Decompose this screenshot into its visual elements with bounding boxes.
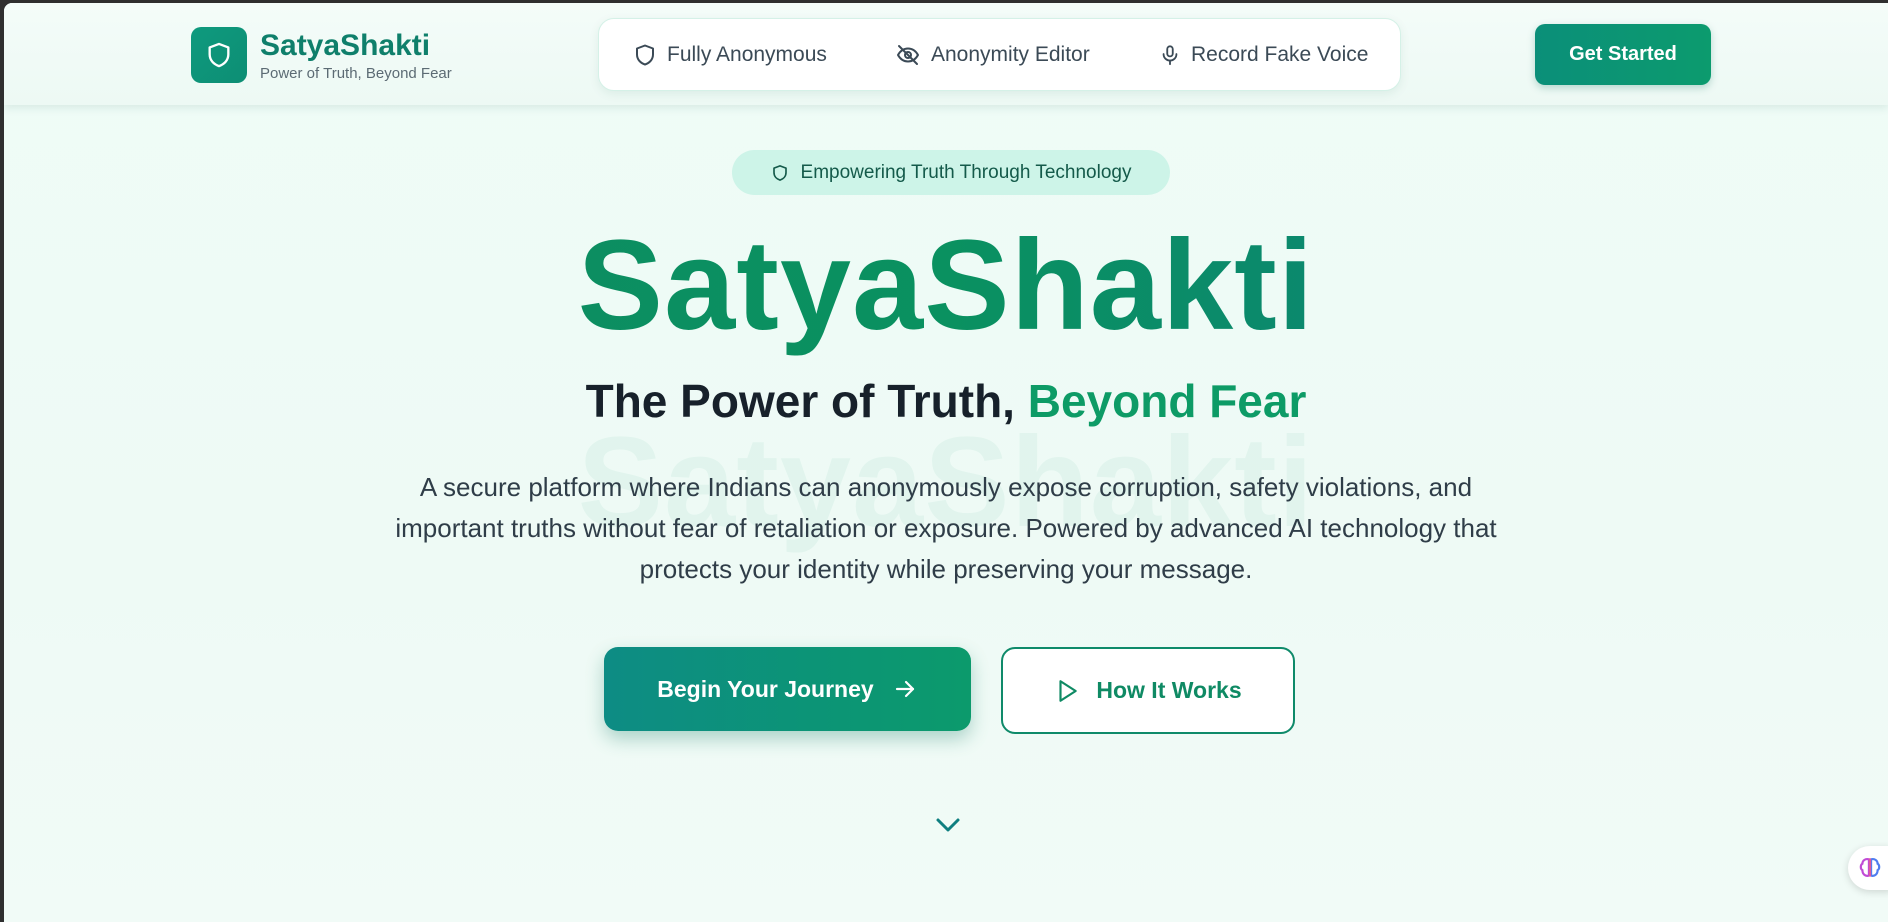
main-nav: Fully Anonymous Anonymity Editor Record … <box>598 18 1401 91</box>
begin-journey-button[interactable]: Begin Your Journey <box>604 647 971 731</box>
subtitle-accent: Beyond Fear <box>1027 375 1307 427</box>
hero-title: SatyaShakti <box>4 211 1888 361</box>
eye-off-icon <box>897 44 919 65</box>
begin-journey-label: Begin Your Journey <box>657 675 874 702</box>
logo[interactable] <box>191 27 247 83</box>
ai-assistant-widget[interactable] <box>1848 846 1888 890</box>
badge-text: Empowering Truth Through Technology <box>800 161 1132 183</box>
brand-tagline: Power of Truth, Beyond Fear <box>260 65 452 82</box>
microphone-icon <box>1162 44 1178 65</box>
hero-subtitle: The Power of Truth, Beyond Fear <box>4 373 1888 429</box>
get-started-button[interactable]: Get Started <box>1535 24 1711 85</box>
shield-icon <box>208 42 230 68</box>
nav-label: Fully Anonymous <box>667 42 827 66</box>
brand-name[interactable]: SatyaShakti <box>260 29 430 63</box>
nav-label: Record Fake Voice <box>1191 42 1369 66</box>
nav-anonymity-editor[interactable]: Anonymity Editor <box>895 19 1090 90</box>
shield-icon <box>772 164 787 181</box>
shield-icon <box>636 44 654 65</box>
nav-label: Anonymity Editor <box>931 42 1090 66</box>
subtitle-main: The Power of Truth, <box>585 375 1028 427</box>
how-it-works-button[interactable]: How It Works <box>1001 647 1295 734</box>
arrow-right-icon <box>895 680 914 698</box>
how-it-works-label: How It Works <box>1096 677 1242 703</box>
brain-icon <box>1859 857 1881 877</box>
site-header: SatyaShakti Power of Truth, Beyond Fear … <box>4 3 1888 105</box>
browser-viewport: SatyaShakti Power of Truth, Beyond Fear … <box>4 3 1888 922</box>
play-icon <box>1059 679 1078 702</box>
nav-fully-anonymous[interactable]: Fully Anonymous <box>633 19 827 90</box>
hero-badge: Empowering Truth Through Technology <box>732 150 1170 195</box>
nav-record-fake-voice[interactable]: Record Fake Voice <box>1159 19 1368 90</box>
hero-description: A secure platform where Indians can anon… <box>395 472 1497 584</box>
chevron-down-icon[interactable] <box>933 813 963 837</box>
